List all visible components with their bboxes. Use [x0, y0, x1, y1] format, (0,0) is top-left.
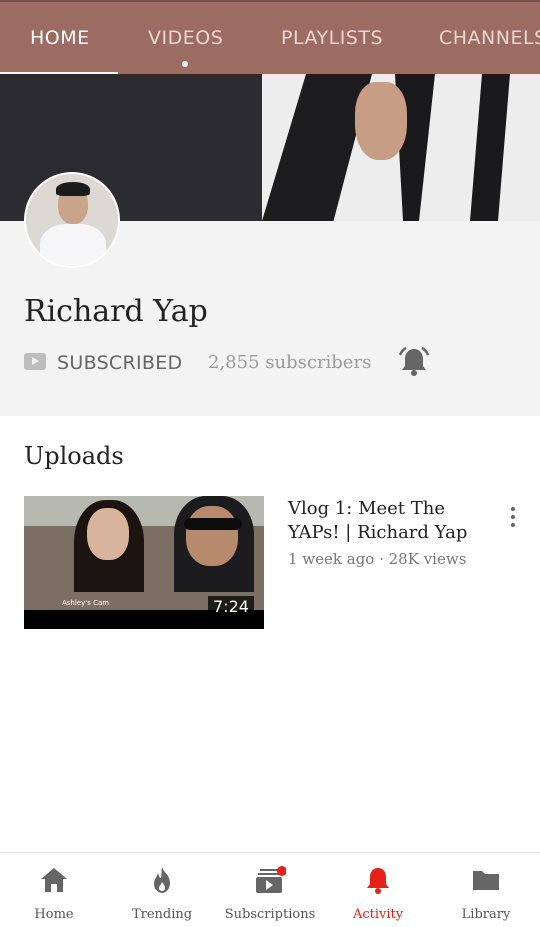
new-content-dot	[182, 61, 188, 67]
channel-avatar[interactable]	[24, 172, 120, 268]
nav-subscriptions[interactable]: Subscriptions	[216, 853, 324, 927]
channel-tab-bar: HOME VIDEOS PLAYLISTS CHANNELS	[0, 0, 540, 75]
thumbnail-caption: Ashley's Cam	[62, 599, 110, 607]
bell-icon	[367, 868, 389, 894]
subscriptions-icon	[256, 866, 286, 893]
youtube-play-icon	[24, 353, 46, 370]
trending-icon	[154, 867, 170, 893]
tab-home[interactable]: HOME	[30, 2, 90, 74]
subscriber-count: 2,855 subscribers	[208, 352, 372, 373]
nav-activity[interactable]: Activity	[324, 853, 432, 927]
nav-library[interactable]: Library	[432, 853, 540, 927]
tab-channels[interactable]: CHANNELS	[439, 2, 540, 74]
subscribe-button[interactable]: SUBSCRIBED	[57, 352, 182, 374]
nav-trending[interactable]: Trending	[108, 853, 216, 927]
tab-playlists[interactable]: PLAYLISTS	[281, 2, 383, 74]
channel-name: Richard Yap	[24, 294, 208, 329]
notification-bell-icon[interactable]	[397, 345, 431, 379]
nav-home[interactable]: Home	[0, 853, 108, 927]
home-icon	[41, 868, 67, 892]
video-thumbnail[interactable]: Ashley's Cam 7:24	[24, 496, 264, 629]
bottom-navigation: Home Trending Subscriptions Activity Lib…	[0, 852, 540, 927]
video-title[interactable]: Vlog 1: Meet The YAPs! | Richard Yap	[288, 497, 488, 545]
video-meta: 1 week ago · 28K views	[288, 550, 467, 568]
folder-icon	[473, 871, 499, 890]
video-duration: 7:24	[208, 596, 254, 617]
more-options-icon[interactable]	[507, 507, 519, 529]
uploads-heading: Uploads	[24, 442, 124, 470]
